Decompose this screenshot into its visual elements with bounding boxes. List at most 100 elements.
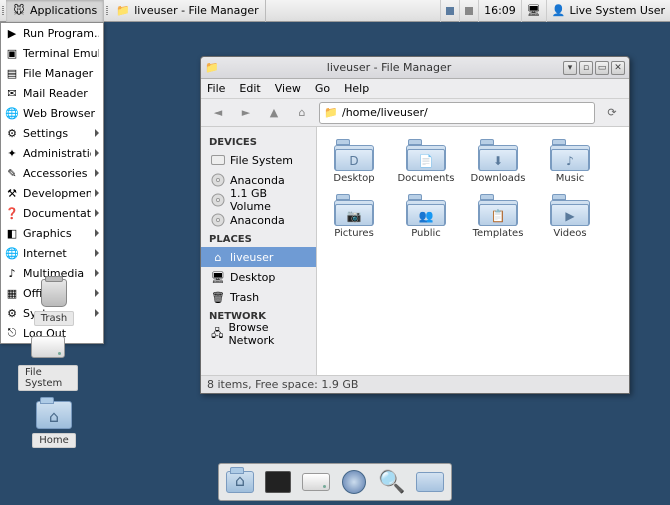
reload-button[interactable]: ⟳ bbox=[601, 102, 623, 124]
folder-icon: 📁 bbox=[205, 61, 219, 75]
dock-item-drive[interactable] bbox=[301, 467, 331, 497]
menu-item-icon: ▦ bbox=[5, 286, 19, 300]
menu-view[interactable]: View bbox=[275, 82, 301, 95]
submenu-arrow-icon bbox=[95, 309, 99, 317]
sidebar-item-label: Anaconda bbox=[230, 214, 285, 227]
maximize-button[interactable]: ▫ bbox=[579, 61, 593, 75]
desktop-icon-trash[interactable]: Trash bbox=[24, 278, 84, 326]
submenu-arrow-icon bbox=[95, 149, 99, 157]
folder-label: Music bbox=[556, 173, 584, 184]
menu-item-accessories[interactable]: ✎Accessories bbox=[1, 163, 103, 183]
menu-item-label: Run Program... bbox=[23, 27, 99, 40]
menu-item-development[interactable]: ⚒Development bbox=[1, 183, 103, 203]
menu-item-icon: ▣ bbox=[5, 46, 19, 60]
home-icon: ⌂ bbox=[211, 250, 225, 264]
sidebar-item-desktop[interactable]: 🖥Desktop bbox=[201, 267, 316, 287]
xfce-icon: 🐭 bbox=[12, 4, 26, 18]
menu-item-terminal-emulator[interactable]: ▣Terminal Emulator bbox=[1, 43, 103, 63]
forward-button[interactable]: ► bbox=[235, 103, 257, 123]
sidebar-item-label: Anaconda bbox=[230, 174, 285, 187]
menu-item-internet[interactable]: 🌐Internet bbox=[1, 243, 103, 263]
desktop-icon: 🖥 bbox=[211, 270, 225, 284]
user-menu[interactable]: 👤 Live System User bbox=[546, 0, 670, 22]
trash-icon: 🗑 bbox=[211, 290, 225, 304]
taskbar-item-label: liveuser - File Manager bbox=[134, 4, 258, 17]
sidebar-item-1-1-gb-volume[interactable]: 1.1 GB Volume bbox=[201, 190, 316, 210]
folder-desktop[interactable]: D Desktop bbox=[325, 137, 383, 184]
back-button[interactable]: ◄ bbox=[207, 103, 229, 123]
tray-icon[interactable] bbox=[459, 0, 478, 22]
menu-item-web-browser[interactable]: 🌐Web Browser bbox=[1, 103, 103, 123]
titlebar[interactable]: 📁 liveuser - File Manager ▾ ▫ ▭ ✕ bbox=[201, 57, 629, 79]
menu-edit[interactable]: Edit bbox=[239, 82, 260, 95]
content-pane[interactable]: D Desktop 📄Documents ⬇Downloads ♪Music 📷Pictu… bbox=[317, 127, 629, 375]
submenu-arrow-icon bbox=[95, 209, 99, 217]
menu-item-mail-reader[interactable]: ✉Mail Reader bbox=[1, 83, 103, 103]
minimize-button[interactable]: ▾ bbox=[563, 61, 577, 75]
close-button[interactable]: ✕ bbox=[611, 61, 625, 75]
menu-item-run-program[interactable]: ▶Run Program... bbox=[1, 23, 103, 43]
menu-item-file-manager[interactable]: ▤File Manager bbox=[1, 63, 103, 83]
submenu-arrow-icon bbox=[95, 169, 99, 177]
submenu-arrow-icon bbox=[95, 229, 99, 237]
desktop-icon-label: File System bbox=[18, 365, 78, 391]
folder-videos[interactable]: ▶Videos bbox=[541, 192, 599, 239]
menu-item-icon: ✦ bbox=[5, 146, 19, 160]
dock-item-search[interactable]: 🔍 bbox=[377, 467, 407, 497]
menu-item-label: File Manager bbox=[23, 67, 99, 80]
sidebar: DEVICESFile SystemAnaconda1.1 GB VolumeA… bbox=[201, 127, 317, 375]
menu-item-documentation[interactable]: ❓Documentation bbox=[1, 203, 103, 223]
folder-label: Desktop bbox=[333, 173, 374, 184]
sidebar-item-anaconda[interactable]: Anaconda bbox=[201, 210, 316, 230]
menu-item-label: Accessories bbox=[23, 167, 91, 180]
dock: 🔍 bbox=[218, 463, 452, 501]
menu-go[interactable]: Go bbox=[315, 82, 330, 95]
menu-item-label: Mail Reader bbox=[23, 87, 99, 100]
drive-icon bbox=[211, 153, 225, 167]
home-nav-button[interactable]: ⌂ bbox=[291, 103, 313, 123]
sidebar-item-trash[interactable]: 🗑Trash bbox=[201, 287, 316, 307]
folder-public[interactable]: 👥Public bbox=[397, 192, 455, 239]
desktop-icon-filesystem[interactable]: File System bbox=[18, 332, 78, 391]
applications-label: Applications bbox=[30, 4, 97, 17]
menu-item-graphics[interactable]: ◧Graphics bbox=[1, 223, 103, 243]
folder-label: Documents bbox=[397, 173, 454, 184]
folder-documents[interactable]: 📄Documents bbox=[397, 137, 455, 184]
up-button[interactable]: ▲ bbox=[263, 103, 285, 123]
menu-item-icon: ❓ bbox=[5, 206, 19, 220]
path-input[interactable] bbox=[342, 106, 590, 119]
menu-item-label: Graphics bbox=[23, 227, 91, 240]
tray-icon[interactable] bbox=[440, 0, 459, 22]
status-text: 8 items, Free space: 1.9 GB bbox=[207, 378, 358, 391]
sidebar-item-label: File System bbox=[230, 154, 293, 167]
folder-downloads[interactable]: ⬇Downloads bbox=[469, 137, 527, 184]
menu-item-icon: ⚙ bbox=[5, 306, 19, 320]
cd-icon bbox=[211, 173, 225, 187]
sidebar-item-liveuser[interactable]: ⌂liveuser bbox=[201, 247, 316, 267]
menu-item-administration[interactable]: ✦ Administration bbox=[1, 143, 103, 163]
taskbar-item[interactable]: 📁 liveuser - File Manager bbox=[110, 0, 265, 22]
menu-item-icon: ⚒ bbox=[5, 186, 19, 200]
dock-item-filemanager[interactable] bbox=[225, 467, 255, 497]
folder-templates[interactable]: 📋Templates bbox=[469, 192, 527, 239]
folder-label: Videos bbox=[553, 228, 586, 239]
desktop-icon-home[interactable]: Home bbox=[24, 400, 84, 448]
applications-menu-button[interactable]: 🐭 Applications bbox=[6, 0, 104, 22]
cd-icon bbox=[211, 193, 225, 207]
dock-item-terminal[interactable] bbox=[263, 467, 293, 497]
menu-file[interactable]: File bbox=[207, 82, 225, 95]
sidebar-item-browse-network[interactable]: 🖧Browse Network bbox=[201, 324, 316, 344]
clock[interactable]: 16:09 bbox=[478, 0, 521, 22]
folder-icon: D bbox=[334, 137, 374, 171]
roll-button[interactable]: ▭ bbox=[595, 61, 609, 75]
dock-item-browser[interactable] bbox=[339, 467, 369, 497]
menu-help[interactable]: Help bbox=[344, 82, 369, 95]
desktop-icon-label: Home bbox=[32, 433, 76, 448]
folder-music[interactable]: ♪Music bbox=[541, 137, 599, 184]
dock-item-folder[interactable] bbox=[415, 467, 445, 497]
folder-pictures[interactable]: 📷Pictures bbox=[325, 192, 383, 239]
menu-item-label: Administration bbox=[23, 147, 91, 160]
menu-item-settings[interactable]: ⚙Settings bbox=[1, 123, 103, 143]
sidebar-item-file-system[interactable]: File System bbox=[201, 150, 316, 170]
display-icon[interactable]: 🖥 bbox=[521, 0, 546, 22]
